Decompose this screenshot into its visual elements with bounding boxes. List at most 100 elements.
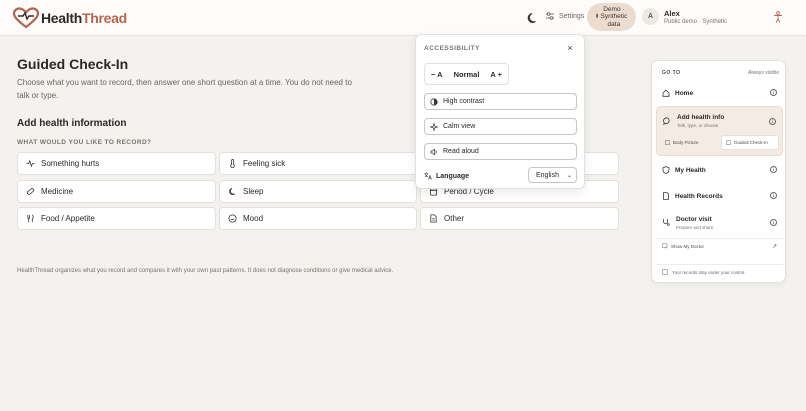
contrast-icon xyxy=(430,97,438,106)
option-label: Food / Appetite xyxy=(41,214,95,223)
subnav-label: Guided Check-In xyxy=(734,140,768,145)
document-icon xyxy=(663,192,669,200)
translate-icon xyxy=(424,172,432,180)
nav-item-label: Home xyxy=(675,89,694,97)
option-mood[interactable]: Mood xyxy=(219,207,417,230)
info-icon[interactable]: i xyxy=(770,219,777,226)
option-label: Feeling sick xyxy=(243,159,286,168)
nav-item-sublabel: Prepare and share xyxy=(676,225,714,230)
records-note-text: Your records stay under your control. xyxy=(672,269,746,275)
close-icon[interactable]: × xyxy=(565,43,575,53)
nav-visibility: Always visible xyxy=(748,70,780,76)
thermometer-icon xyxy=(230,159,235,168)
shield-icon: ▮ xyxy=(595,13,599,20)
read-aloud-toggle[interactable]: Read aloud xyxy=(424,143,577,160)
option-label: Mood xyxy=(243,214,264,223)
speaker-icon xyxy=(430,147,437,156)
goto-navigation: GO TO Always visible Home i Add health i… xyxy=(651,60,786,283)
brand-name-part1: Health xyxy=(41,10,82,26)
brand-logo[interactable]: HealthThread xyxy=(12,7,127,29)
records-control-note: Your records stay under your control. xyxy=(656,264,783,279)
brand-name-part2: Thread xyxy=(82,10,127,26)
accessibility-panel: ACCESSIBILITY × − A Normal A + High cont… xyxy=(415,34,585,189)
subnav-label: Body Picture xyxy=(673,140,699,145)
moon-icon xyxy=(229,187,236,195)
high-contrast-toggle[interactable]: High contrast xyxy=(424,93,577,110)
smile-icon xyxy=(228,214,237,223)
utensils-icon xyxy=(27,214,34,223)
read-aloud-label: Read aloud xyxy=(443,148,479,155)
accessibility-person-icon[interactable] xyxy=(773,11,783,23)
demo-badge-line1: Demo · xyxy=(603,5,625,13)
clipboard-icon xyxy=(726,140,731,145)
pulse-icon xyxy=(26,159,35,168)
language-label-text: Language xyxy=(436,172,470,180)
disclaimer-note: HealthThread organizes what you record a… xyxy=(17,268,394,274)
option-sleep[interactable]: Sleep xyxy=(219,180,417,203)
nav-item-add-health-info[interactable]: Add health info Talk, type, or choose i … xyxy=(656,106,783,156)
option-label: Something hurts xyxy=(41,159,100,168)
subnav-body-picture[interactable]: Body Picture xyxy=(661,135,719,150)
sliders-icon xyxy=(546,12,554,20)
subnav-guided-checkin[interactable]: Guided Check-In xyxy=(721,135,779,150)
avatar[interactable]: A xyxy=(642,8,659,25)
settings-label: Settings xyxy=(559,12,585,20)
info-icon[interactable]: i xyxy=(770,192,777,199)
nav-item-label: Add health info xyxy=(677,114,725,121)
heart-thread-icon xyxy=(12,7,40,29)
option-feeling-sick[interactable]: Feeling sick xyxy=(219,152,417,175)
option-other[interactable]: Other xyxy=(420,207,619,230)
nav-item-sublabel: Talk, type, or choose xyxy=(677,123,719,128)
calm-view-label: Calm view xyxy=(443,123,476,130)
page-description: Choose what you want to record, then ans… xyxy=(17,78,352,100)
chevron-down-icon: ⌄ xyxy=(566,172,572,179)
option-something-hurts[interactable]: Something hurts xyxy=(17,152,216,175)
nav-item-label: Health Records xyxy=(675,192,723,200)
lock-document-icon xyxy=(662,269,668,275)
document-icon xyxy=(430,214,437,223)
language-select[interactable]: English ⌄ xyxy=(528,167,577,183)
sparkle-icon xyxy=(430,122,438,131)
language-label: Language xyxy=(424,172,469,180)
nav-item-doctor-visit[interactable]: Doctor visit Prepare and share i xyxy=(656,213,783,241)
nav-item-health-records[interactable]: Health Records i xyxy=(656,185,783,207)
show-my-doctor-link[interactable]: Show My Doctor ↗ xyxy=(656,238,783,253)
stethoscope-icon xyxy=(663,219,670,226)
section-subtitle: WHAT WOULD YOU LIKE TO RECORD? xyxy=(17,139,152,146)
pill-icon xyxy=(26,188,35,195)
show-my-doctor-label: Show My Doctor xyxy=(671,243,705,249)
demo-badge-line3: data xyxy=(607,20,621,28)
text-size-control: − A Normal A + xyxy=(424,63,509,85)
nav-item-home[interactable]: Home i xyxy=(656,82,783,104)
nav-item-my-health[interactable]: My Health i xyxy=(656,159,783,181)
calm-view-toggle[interactable]: Calm view xyxy=(424,118,577,135)
chat-bubble-icon xyxy=(663,117,670,125)
option-label: Other xyxy=(444,214,465,223)
section-title: Add health information xyxy=(17,118,127,129)
settings-button[interactable]: Settings xyxy=(545,11,584,21)
image-icon xyxy=(665,140,670,145)
option-medicine[interactable]: Medicine xyxy=(17,180,216,203)
option-food-appetite[interactable]: Food / Appetite xyxy=(17,207,216,230)
nav-item-label: My Health xyxy=(675,166,706,174)
demo-badge-text: Demo · Synthetic data xyxy=(601,6,628,28)
nav-heading: GO TO xyxy=(662,70,681,76)
accessibility-title: ACCESSIBILITY xyxy=(424,45,480,52)
app-header: HealthThread Settings ▮ Demo · Synthetic… xyxy=(0,0,806,36)
arrow-up-right-icon: ↗ xyxy=(771,243,777,250)
page-title: Guided Check-In xyxy=(17,56,129,72)
user-subtitle: Public demo · Synthetic xyxy=(664,19,728,25)
decrease-text-button[interactable]: − A xyxy=(431,70,443,79)
language-value: English xyxy=(536,171,559,179)
high-contrast-label: High contrast xyxy=(443,98,485,105)
info-icon[interactable]: i xyxy=(770,89,777,96)
user-name: Alex xyxy=(664,9,680,18)
increase-text-button[interactable]: A + xyxy=(490,70,502,79)
text-size-value: Normal xyxy=(453,69,480,79)
nav-item-label: Doctor visit xyxy=(676,216,712,223)
info-icon[interactable]: i xyxy=(769,118,776,125)
moon-icon[interactable] xyxy=(526,11,540,25)
info-icon[interactable]: i xyxy=(770,166,777,173)
demo-badge-line2: Synthetic xyxy=(600,13,628,21)
option-label: Medicine xyxy=(41,187,74,196)
